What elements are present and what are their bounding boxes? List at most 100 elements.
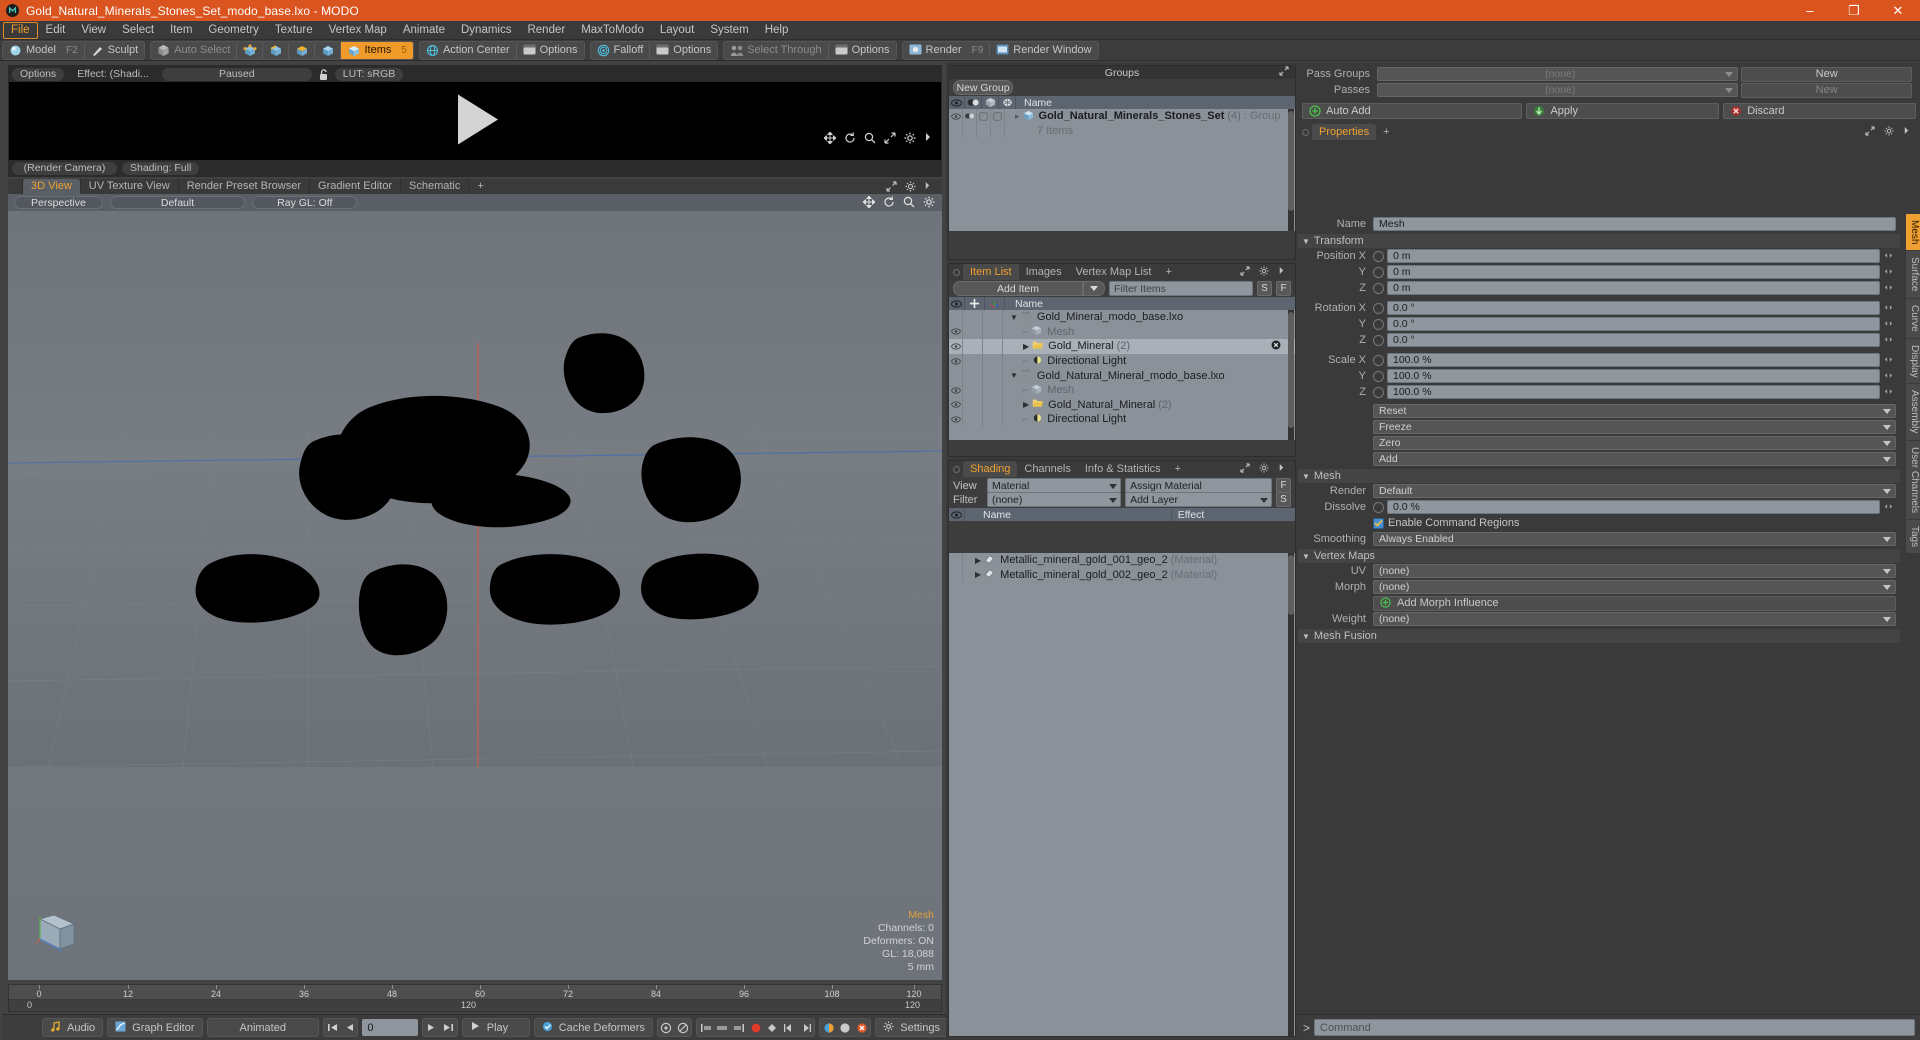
channel-knob-icon[interactable] [1373, 302, 1384, 314]
key-circle-icon[interactable] [658, 1019, 675, 1036]
command-input[interactable]: Command [1314, 1019, 1915, 1036]
row-eye-toggle[interactable] [949, 397, 963, 413]
items-mode-button[interactable]: Items 5 [341, 41, 413, 59]
collapse-arrow-icon[interactable]: ▼ [1302, 472, 1310, 481]
row-transform-toggle[interactable] [983, 382, 1003, 398]
menu-item-layout[interactable]: Layout [652, 22, 703, 39]
channel-knob-icon[interactable] [1373, 250, 1384, 262]
position-x-input[interactable]: 0 m [1387, 249, 1880, 263]
edge-mode-button[interactable] [263, 42, 288, 59]
expand-arrow-icon[interactable]: ▼ [1010, 371, 1018, 380]
shading-list-body[interactable]: ▶ Metallic_mineral_gold_001_geo_2 (Mater… [949, 553, 1295, 1036]
expand-icon[interactable] [886, 181, 899, 194]
tab-add-view[interactable]: + [468, 179, 491, 194]
mini-slider-icon[interactable] [1883, 334, 1896, 347]
row-transform-toggle[interactable] [983, 310, 1003, 325]
channel-knob-icon[interactable] [1373, 370, 1384, 382]
falloff-button[interactable]: Falloff [591, 42, 650, 59]
rotate-icon[interactable] [844, 132, 857, 145]
timeline-ruler[interactable]: 0 12 24 36 48 60 72 84 96 108 120 [9, 985, 941, 1000]
side-tab-user-channels[interactable]: User Channels [1906, 440, 1920, 520]
gear-icon[interactable] [1259, 266, 1272, 279]
menu-item-animate[interactable]: Animate [395, 22, 453, 39]
table-row[interactable]: ▶ Metallic_mineral_gold_002_geo_2 (Mater… [949, 567, 1295, 583]
play-triangle-icon[interactable] [444, 89, 506, 154]
mini-slider-icon[interactable] [1883, 354, 1896, 367]
channel-knob-icon[interactable] [1373, 334, 1384, 346]
key-prev-icon[interactable] [781, 1019, 798, 1036]
shading-mode-button[interactable]: Shading: Full [122, 161, 200, 175]
vertex-mode-button[interactable] [237, 42, 262, 59]
viewport-raygl-button[interactable]: Ray GL: Off [252, 196, 358, 209]
mini-slider-icon[interactable] [1883, 501, 1896, 514]
settings-button[interactable]: Settings [875, 1018, 948, 1037]
expand-arrow-icon[interactable]: ▶ [1023, 342, 1029, 351]
assign-material-button[interactable]: Assign Material [1125, 478, 1272, 493]
menu-item-view[interactable]: View [73, 22, 114, 39]
chevron-right-icon[interactable] [924, 181, 937, 194]
chevron-right-icon[interactable] [924, 132, 937, 145]
table-row[interactable]: ▼ Gold_Mineral_modo_base.lxo [949, 310, 1295, 325]
menu-item-geometry[interactable]: Geometry [200, 22, 267, 39]
tab-gradient-editor[interactable]: Gradient Editor [309, 179, 400, 194]
viewport-projection-button[interactable]: Perspective [14, 196, 103, 209]
channel-knob-icon[interactable] [1373, 386, 1384, 398]
chevron-right-icon[interactable] [1278, 463, 1291, 476]
position-y-input[interactable]: 0 m [1387, 265, 1880, 279]
transform-section-header[interactable]: ▼ Transform [1298, 234, 1900, 248]
filter-items-input[interactable]: Filter Items [1109, 281, 1253, 296]
mini-slider-icon[interactable] [1883, 302, 1896, 315]
menu-item-system[interactable]: System [702, 22, 756, 39]
position-z-input[interactable]: 0 m [1387, 281, 1880, 295]
color-delete-icon[interactable] [854, 1019, 871, 1036]
preview-status-button[interactable]: Paused [161, 67, 312, 81]
side-tab-surface[interactable]: Surface [1906, 251, 1920, 299]
passes-dropdown[interactable]: (none) [1377, 83, 1739, 97]
view-dropdown[interactable]: Material [987, 478, 1122, 493]
add-layer-dropdown[interactable]: Add Layer [1125, 492, 1272, 507]
pass-groups-new-button[interactable]: New [1741, 66, 1912, 82]
action-center-options-button[interactable]: Options [517, 42, 584, 59]
go-to-end-icon[interactable] [440, 1019, 457, 1036]
expand-arrow-icon[interactable]: ▸ [1015, 111, 1020, 122]
render-preview-canvas[interactable] [9, 82, 941, 160]
rotation-y-input[interactable]: 0.0 ° [1387, 317, 1880, 331]
close-icon[interactable] [1271, 340, 1281, 353]
table-row[interactable]: ▶ Gold_Natural_Mineral (2) [949, 397, 1295, 413]
animated-dropdown[interactable]: Animated [206, 1018, 319, 1037]
gear-icon[interactable] [923, 196, 936, 209]
channel-knob-icon[interactable] [1373, 318, 1384, 330]
collapse-arrow-icon[interactable]: ▼ [1302, 632, 1310, 641]
table-row[interactable]: ▼ Gold_Natural_Mineral_modo_base.lxo [949, 368, 1295, 383]
row-eye-toggle[interactable] [949, 324, 963, 340]
row-eye-toggle[interactable] [949, 339, 963, 354]
key-right-icon[interactable] [731, 1019, 748, 1036]
side-tab-tags[interactable]: Tags [1906, 519, 1920, 555]
zoom-icon[interactable] [903, 196, 916, 209]
row-lock-toggle[interactable] [963, 310, 983, 325]
row-eye-toggle[interactable] [949, 368, 963, 383]
tab-add-panel[interactable]: + [1168, 461, 1188, 477]
action-center-button[interactable]: Action Center [420, 42, 516, 59]
timeline-range-bar[interactable]: 0 120 120 [9, 1000, 941, 1011]
add-dropdown[interactable]: Add [1373, 452, 1896, 466]
table-row[interactable]: ⌐ Directional Light [949, 353, 1295, 369]
tab-schematic[interactable]: Schematic [400, 179, 468, 194]
row-eye-toggle[interactable] [949, 567, 963, 583]
shading-s-button[interactable]: S [1276, 492, 1291, 507]
row-transform-toggle[interactable] [983, 397, 1003, 413]
current-frame-input[interactable]: 0 [362, 1019, 419, 1036]
fit-icon[interactable] [884, 132, 897, 145]
name-input[interactable]: Mesh [1373, 217, 1896, 231]
tab-info-statistics[interactable]: Info & Statistics [1078, 461, 1168, 477]
render-button[interactable]: Render F9 [903, 42, 990, 59]
close-button[interactable]: ✕ [1876, 0, 1920, 21]
tab-add-panel[interactable]: + [1158, 264, 1178, 280]
side-tab-assembly[interactable]: Assembly [1906, 384, 1920, 441]
groups-row-name-cell[interactable]: ▸ Gold_Natural_Minerals_Stones_Set (4) :… [1005, 110, 1281, 123]
expand-arrow-icon[interactable]: ▶ [975, 570, 981, 579]
expand-icon[interactable] [1240, 462, 1253, 476]
add-item-dropdown-arrow[interactable] [1083, 281, 1105, 296]
collapse-arrow-icon[interactable]: ▼ [1302, 552, 1310, 561]
dissolve-input[interactable]: 0.0 % [1387, 500, 1880, 514]
